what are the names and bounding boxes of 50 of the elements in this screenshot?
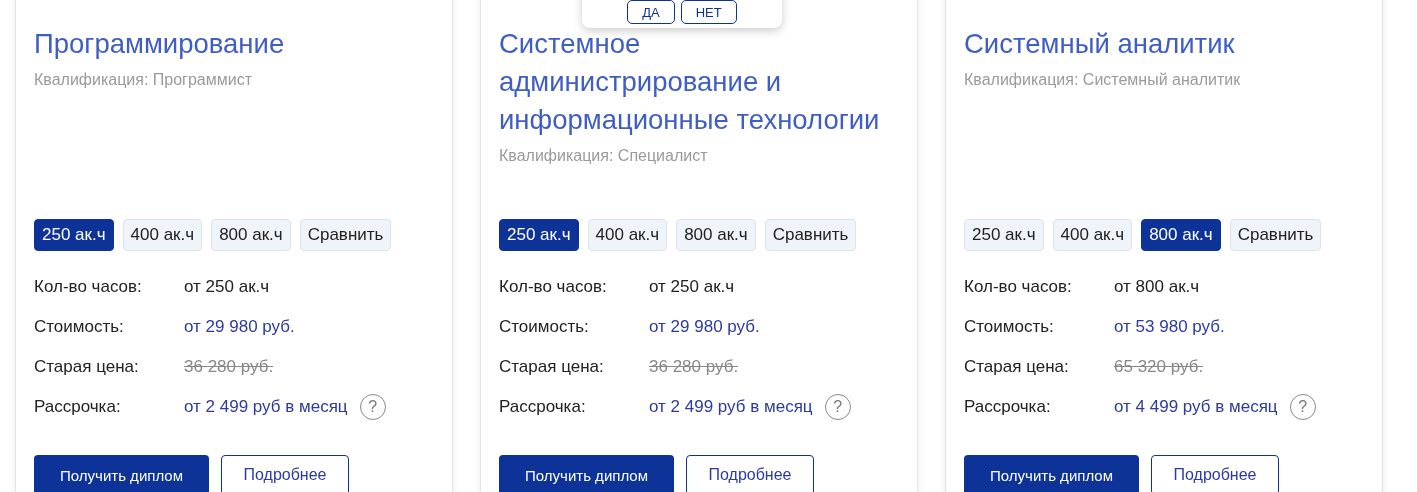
row-label: Старая цена: <box>34 357 140 377</box>
details-button[interactable]: Подробнее <box>686 455 814 492</box>
course-title: Системный аналитик <box>964 27 1236 61</box>
row-label: Кол-во часов: <box>964 277 1073 297</box>
hours-option[interactable]: 250 ак.ч <box>964 219 1044 251</box>
get-diploma-button[interactable]: Получить диплом <box>34 455 209 492</box>
hours-option[interactable]: 400 ак.ч <box>587 219 668 251</box>
row-label: Кол-во часов: <box>499 277 608 297</box>
hours-option[interactable]: 400 ак.ч <box>122 219 203 251</box>
details-button[interactable]: Подробнее <box>1151 455 1279 492</box>
popup-button[interactable]: ДА <box>627 0 675 24</box>
row-value: от 4 499 руб в месяц <box>1114 397 1278 417</box>
hours-option[interactable]: 800 ак.ч <box>211 219 291 251</box>
qualification-text: Квалификация: Программист <box>34 71 253 89</box>
details-button[interactable]: Подробнее <box>221 455 349 492</box>
row-label: Рассрочка: <box>34 397 122 417</box>
row-value: от 53 980 руб. <box>1114 317 1225 337</box>
hours-option[interactable]: 800 ак.ч <box>1141 219 1221 251</box>
course-title: Системное администрирование и информационные технологии <box>499 27 881 137</box>
qualification-text: Квалификация: Специалист <box>499 147 709 165</box>
row-label: Кол-во часов: <box>34 277 143 297</box>
qualification-text: Квалификация: Системный аналитик <box>964 71 1242 89</box>
row-value: от 800 ак.ч <box>1114 277 1200 297</box>
row-value: от 2 499 руб в месяц <box>649 397 813 417</box>
row-value: от 29 980 руб. <box>184 317 295 337</box>
compare-button[interactable]: Сравнить <box>299 219 392 251</box>
row-value: от 250 ак.ч <box>184 277 270 297</box>
row-value: 36 280 руб. <box>649 357 739 377</box>
row-value: от 2 499 руб в месяц <box>184 397 348 417</box>
hours-option[interactable]: 250 ак.ч <box>499 219 579 251</box>
popup-button[interactable]: НЕТ <box>680 0 737 24</box>
get-diploma-button[interactable]: Получить диплом <box>964 455 1139 492</box>
row-label: Стоимость: <box>34 317 125 337</box>
compare-button[interactable]: Сравнить <box>764 219 857 251</box>
hours-option[interactable]: 400 ак.ч <box>1052 219 1133 251</box>
row-label: Старая цена: <box>964 357 1070 377</box>
row-label: Стоимость: <box>499 317 590 337</box>
get-diploma-button[interactable]: Получить диплом <box>499 455 674 492</box>
row-value: 36 280 руб. <box>184 357 274 377</box>
hours-option[interactable]: 250 ак.ч <box>34 219 114 251</box>
row-value: от 29 980 руб. <box>649 317 760 337</box>
row-label: Рассрочка: <box>964 397 1052 417</box>
course-title: Программирование <box>34 27 286 61</box>
row-label: Рассрочка: <box>499 397 587 417</box>
row-value: 65 320 руб. <box>1114 357 1204 377</box>
row-value: от 250 ак.ч <box>649 277 735 297</box>
compare-button[interactable]: Сравнить <box>1229 219 1322 251</box>
row-label: Стоимость: <box>964 317 1055 337</box>
hours-option[interactable]: 800 ак.ч <box>676 219 756 251</box>
row-label: Старая цена: <box>499 357 605 377</box>
